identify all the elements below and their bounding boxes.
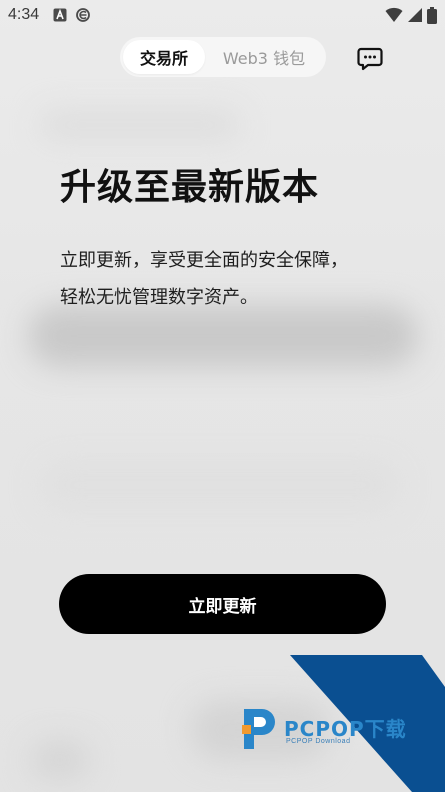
battery-icon	[427, 6, 437, 24]
page-title: 升级至最新版本	[60, 167, 320, 208]
watermark-subtitle: PCPOP Download	[286, 738, 351, 745]
update-now-button[interactable]: 立即更新	[59, 574, 386, 634]
blurred-shape	[40, 110, 240, 140]
message-icon[interactable]	[357, 47, 383, 71]
status-bar: 4:34	[0, 0, 445, 30]
blurred-shape	[30, 740, 90, 780]
browser-e-icon	[76, 8, 91, 22]
status-time: 4:34	[8, 6, 40, 23]
update-description: 立即更新，享受更全面的安全保障， 轻松无忧管理数字资产。	[60, 242, 400, 316]
tab-exchange[interactable]: 交易所	[123, 40, 205, 74]
blurred-shape	[40, 460, 400, 510]
watermark: PCPOP下载 PCPOP Download	[240, 655, 445, 792]
description-line: 轻松无忧管理数字资产。	[60, 287, 258, 308]
a-font-icon	[53, 8, 67, 22]
tab-web3-wallet[interactable]: Web3 钱包	[205, 40, 323, 74]
description-line: 立即更新，享受更全面的安全保障，	[60, 250, 348, 271]
signal-icon	[408, 8, 422, 22]
exchange-wallet-switch: 交易所 Web3 钱包	[120, 37, 326, 77]
wifi-icon	[385, 7, 403, 22]
pcpop-logo-icon	[242, 709, 275, 749]
